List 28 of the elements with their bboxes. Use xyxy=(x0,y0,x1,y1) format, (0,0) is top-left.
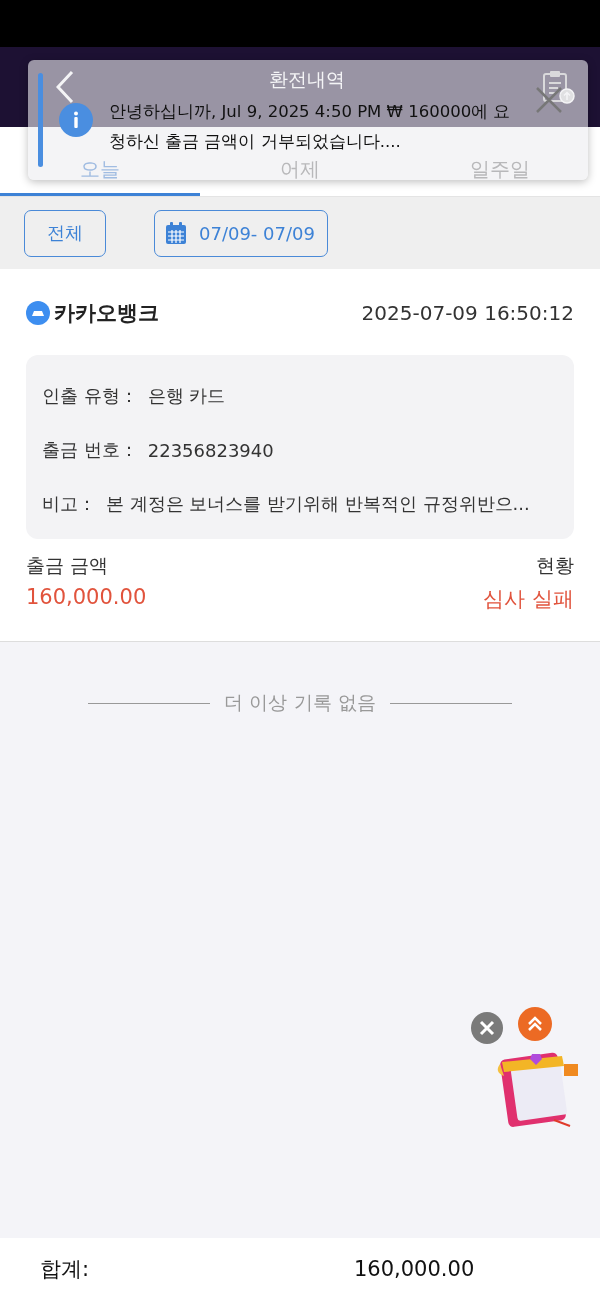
page-title: 환전내역 xyxy=(269,67,345,92)
calendar-icon xyxy=(165,221,187,245)
close-icon[interactable] xyxy=(471,1012,503,1044)
detail-value: 은행 카드 xyxy=(147,384,226,408)
total-label: 합계: xyxy=(40,1256,91,1283)
amount-label: 출금 금액 xyxy=(26,553,110,578)
tab[interactable]: 어제 xyxy=(276,157,324,181)
back-icon[interactable] xyxy=(56,70,74,104)
bank-name: 카카오뱅크 xyxy=(54,300,159,327)
bank-logo-icon xyxy=(26,301,50,325)
all-button[interactable]: 전체 xyxy=(24,209,106,257)
detail-label: 출금 번호： xyxy=(42,438,138,462)
amount-value: 160,000.00 xyxy=(26,585,147,609)
status-label: 현황 xyxy=(536,553,574,578)
detail-label: 비고： xyxy=(42,492,96,516)
tab[interactable]: 오늘 xyxy=(76,157,124,181)
status-value: 심사 실패 xyxy=(483,586,574,613)
date-range-button[interactable]: 07/09- 07/09 xyxy=(154,209,328,257)
scroll-top-icon[interactable] xyxy=(518,1007,552,1041)
total-amount: 160,000.00 xyxy=(354,1257,475,1281)
tab[interactable]: 일주일 xyxy=(466,157,534,181)
end-of-list-text: 더 이상 기록 없음 xyxy=(224,690,376,715)
detail-value: 22356823940 xyxy=(147,439,274,461)
detail-label: 인출 유형： xyxy=(42,384,138,408)
notification-message: 안녕하십니까, Jul 9, 2025 4:50 PM ₩ 160000에 요청하신 출금 금액이 거부되었습니다.... xyxy=(109,101,512,153)
detail-value: 본 계정은 보너스를 받기위해 반복적인 규정위반으... xyxy=(106,492,530,516)
timestamp: 2025-07-09 16:50:12 xyxy=(361,301,574,325)
clipboard-icon[interactable] xyxy=(540,69,576,105)
